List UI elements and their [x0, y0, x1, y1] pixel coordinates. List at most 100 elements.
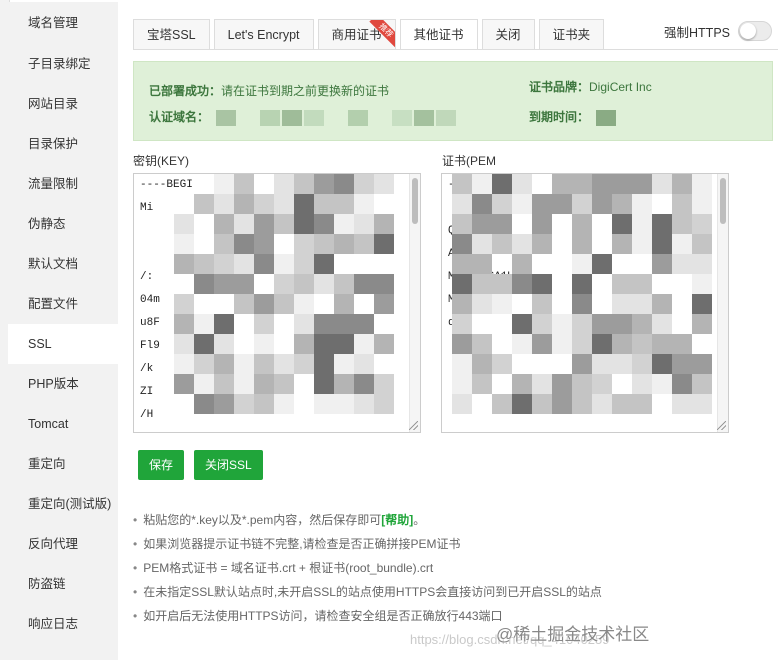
mosaic-cell — [572, 194, 592, 214]
mosaic-cell — [294, 314, 314, 334]
mosaic-cell — [254, 314, 274, 334]
sidebar-item-1[interactable]: 子目录绑定 — [8, 44, 118, 84]
sidebar-item-4[interactable]: 流量限制 — [8, 164, 118, 204]
mosaic-cell — [652, 334, 672, 354]
key-textarea[interactable]: ----BEGIMi/:04mu8FFl9/kZI/H/5T1S — [133, 173, 421, 433]
sidebar-item-14[interactable]: 防盗链 — [8, 564, 118, 604]
note-item: 粘贴您的*.key以及*.pem内容，然后保存即可[帮助]。 — [133, 508, 602, 532]
mosaic-cell — [314, 234, 334, 254]
cert-scrollbar[interactable] — [717, 174, 728, 432]
key-scrollbar[interactable] — [409, 174, 420, 432]
tab-label: 其他证书 — [413, 28, 464, 42]
mosaic-cell — [354, 234, 374, 254]
mosaic-cell — [354, 394, 374, 414]
deploy-status-text: 请在证书到期之前更换新的证书 — [221, 84, 390, 98]
mosaic-cell — [492, 174, 512, 194]
mosaic-cell — [532, 334, 552, 354]
mosaic-cell — [334, 294, 354, 314]
mosaic-cell — [254, 334, 274, 354]
mosaic-cell — [672, 334, 692, 354]
mosaic-cell — [234, 274, 254, 294]
mosaic-cell — [452, 334, 472, 354]
cert-textarea[interactable]: -----BEQCAQsMQ VU GA1UMRCd3L wo — [441, 173, 729, 433]
key-resize-handle[interactable] — [409, 421, 418, 430]
mosaic-cell — [572, 174, 592, 194]
mosaic-cell — [214, 174, 234, 194]
mosaic-cell — [492, 394, 512, 414]
note-item: 如果浏览器提示证书链不完整,请检查是否正确拼接PEM证书 — [133, 532, 602, 556]
force-https-switch[interactable] — [738, 21, 772, 41]
deploy-status-label: 已部署成功： — [149, 84, 222, 98]
sidebar-item-9[interactable]: PHP版本 — [8, 364, 118, 404]
mosaic-cell — [632, 374, 652, 394]
mosaic-cell — [174, 334, 194, 354]
sidebar-item-12[interactable]: 重定向(测试版) — [8, 484, 118, 524]
mosaic-cell — [174, 294, 194, 314]
cert-domain-label: 认证域名： — [149, 110, 210, 124]
mosaic-cell — [214, 314, 234, 334]
mosaic-cell — [452, 394, 472, 414]
mosaic-cell — [174, 354, 194, 374]
cert-label: 证书(PEM — [442, 154, 497, 168]
tab-5[interactable]: 证书夹 — [538, 19, 605, 50]
mosaic-cell — [672, 174, 692, 194]
cert-expire-label: 到期时间： — [529, 110, 590, 124]
mosaic-cell — [214, 374, 234, 394]
mosaic-cell — [512, 254, 532, 274]
sidebar-item-6[interactable]: 默认文档 — [8, 244, 118, 284]
tab-0[interactable]: 宝塔SSL — [133, 19, 210, 50]
mosaic-cell — [234, 354, 254, 374]
ssl-notes: 粘贴您的*.key以及*.pem内容，然后保存即可[帮助]。如果浏览器提示证书链… — [133, 508, 602, 628]
cert-brand-value: DigiCert Inc — [589, 80, 652, 94]
mosaic-cell — [294, 354, 314, 374]
tab-4[interactable]: 关闭 — [481, 19, 535, 50]
mosaic-cell — [234, 254, 254, 274]
mosaic-cell — [532, 214, 552, 234]
cert-scroll-thumb[interactable] — [720, 178, 726, 224]
sidebar-item-0[interactable]: 域名管理 — [8, 2, 118, 44]
mosaic-cell — [194, 274, 214, 294]
sidebar-item-10[interactable]: Tomcat — [8, 404, 118, 444]
redacted-expire-date — [596, 109, 618, 126]
mosaic-cell — [214, 214, 234, 234]
mosaic-cell — [532, 314, 552, 334]
tab-1[interactable]: Let's Encrypt — [213, 19, 314, 50]
mosaic-cell — [612, 314, 632, 334]
mosaic-cell — [612, 174, 632, 194]
key-scroll-thumb[interactable] — [412, 178, 418, 224]
mosaic-cell — [452, 354, 472, 374]
note-text: PEM格式证书 = 域名证书.crt + 根证书(root_bundle).cr… — [143, 561, 434, 575]
mosaic-cell — [174, 314, 194, 334]
mosaic-cell — [214, 394, 234, 414]
close-ssl-button[interactable]: 关闭SSL — [194, 450, 263, 480]
mosaic-cell — [572, 354, 592, 374]
tab-3[interactable]: 其他证书 — [399, 19, 478, 50]
mosaic-cell — [472, 234, 492, 254]
mosaic-cell — [354, 314, 374, 334]
sidebar-item-7[interactable]: 配置文件 — [8, 284, 118, 324]
tab-label: 宝塔SSL — [147, 28, 196, 42]
mosaic-cell — [492, 294, 512, 314]
mosaic-cell — [274, 214, 294, 234]
sidebar-item-5[interactable]: 伪静态 — [8, 204, 118, 244]
sidebar-item-2[interactable]: 网站目录 — [8, 84, 118, 124]
tab-label: 关闭 — [495, 28, 521, 42]
sidebar-item-13[interactable]: 反向代理 — [8, 524, 118, 564]
mosaic-cell — [334, 194, 354, 214]
deploy-status: 已部署成功：请在证书到期之前更换新的证书 — [149, 82, 389, 99]
sidebar-item-11[interactable]: 重定向 — [8, 444, 118, 484]
tab-2[interactable]: 商用证书 推荐 — [317, 19, 396, 50]
save-button[interactable]: 保存 — [138, 450, 185, 480]
help-link[interactable]: [帮助] — [381, 513, 413, 527]
mosaic-cell — [354, 334, 374, 354]
cert-resize-handle[interactable] — [717, 421, 726, 430]
mosaic-cell — [234, 214, 254, 234]
mosaic-cell — [612, 294, 632, 314]
force-https-label: 强制HTTPS — [664, 25, 730, 40]
sidebar-item-8[interactable]: SSL — [8, 324, 118, 364]
mosaic-cell — [472, 214, 492, 234]
force-https-toggle[interactable]: 强制HTTPS — [664, 21, 772, 41]
sidebar-item-15[interactable]: 响应日志 — [8, 604, 118, 644]
mosaic-cell — [452, 374, 472, 394]
sidebar-item-3[interactable]: 目录保护 — [8, 124, 118, 164]
